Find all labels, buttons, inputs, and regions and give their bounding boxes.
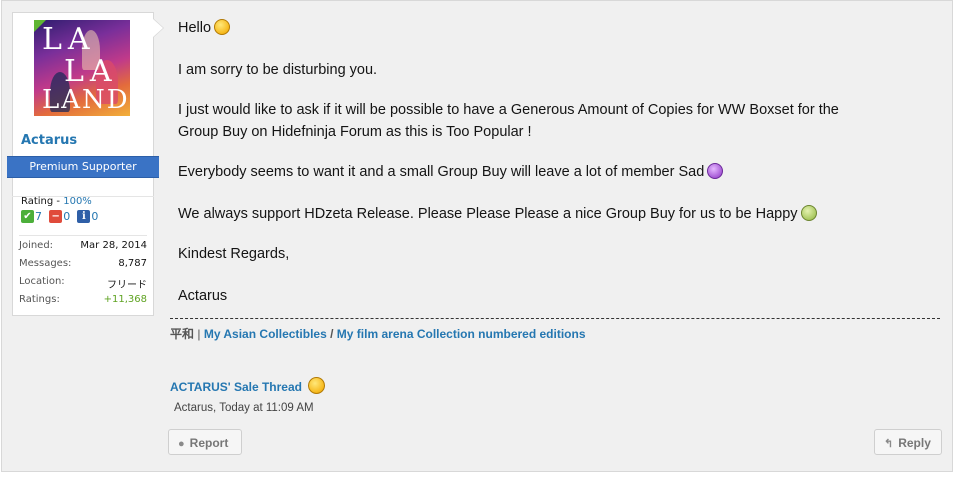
author-stats: Joined: Mar 28, 2014 Messages: 8,787 Loc…	[19, 240, 147, 312]
message-line: Hello	[178, 18, 938, 39]
signature-separator: |	[197, 327, 201, 341]
stat-value[interactable]: 8,787	[118, 258, 147, 269]
neutral-count[interactable]: 0	[91, 210, 98, 223]
report-label[interactable]: Report	[190, 436, 229, 450]
happy-icon	[800, 205, 817, 221]
report-button[interactable]: ● Report	[168, 429, 242, 455]
avatar[interactable]: LA LA LAND	[34, 20, 130, 116]
message-line: Everybody seems to want it and a small G…	[178, 162, 938, 183]
reply-button[interactable]: ↰ Reply	[874, 429, 942, 455]
author-panel: LA LA LAND Actarus Premium Supporter Rat…	[7, 12, 159, 316]
signature-slash: /	[330, 327, 334, 341]
reply-label[interactable]: Reply	[898, 436, 931, 450]
post-container: LA LA LAND Actarus Premium Supporter Rat…	[1, 0, 953, 472]
message-line: I am sorry to be disturbing you.	[178, 62, 378, 78]
positive-count[interactable]: 7	[35, 210, 42, 223]
avatar-text: LAND	[42, 85, 130, 115]
signature: 平和 | My Asian Collectibles / My film are…	[170, 325, 586, 342]
stat-value: Mar 28, 2014	[80, 240, 147, 251]
message-line: Actarus	[178, 288, 228, 304]
negative-rating-icon: −	[49, 210, 63, 223]
author-arrow	[153, 19, 163, 37]
message-line: Group Buy on Hidefninja Forum as this is…	[178, 124, 532, 140]
message-line: I just would like to ask if it will be p…	[178, 102, 839, 118]
post-author[interactable]: Actarus,	[174, 402, 216, 414]
stat-label: Location:	[19, 276, 65, 287]
negative-count[interactable]: 0	[63, 210, 70, 223]
sale-thread-link[interactable]: ACTARUS' Sale Thread	[170, 377, 326, 394]
rating-summary: Rating - 100%	[21, 196, 92, 207]
sad-icon	[707, 163, 724, 179]
message-line: We always support HDzeta Release. Please…	[178, 204, 938, 225]
rating-counts: ✔ 7 −0 i0	[21, 210, 102, 223]
reply-icon: ↰	[884, 438, 894, 450]
avatar-text: LA	[42, 22, 96, 57]
post-time[interactable]: Today at 11:09 AM	[219, 402, 313, 414]
stat-label: Joined:	[19, 240, 54, 251]
stat-joined: Joined: Mar 28, 2014	[19, 240, 147, 258]
link-film-arena[interactable]: My film arena Collection numbered editio…	[337, 327, 586, 341]
stat-ratings: Ratings: +11,368	[19, 294, 147, 312]
signature-prefix: 平和	[170, 327, 195, 341]
user-title: Premium Supporter	[7, 156, 159, 178]
stat-location: Location: フリード	[19, 276, 147, 294]
sale-thread-text[interactable]: ACTARUS' Sale Thread	[170, 380, 302, 394]
stat-value[interactable]: フリード	[107, 276, 147, 291]
post-meta: Actarus, Today at 11:09 AM	[174, 402, 314, 414]
smile-icon	[214, 19, 231, 35]
positive-rating-icon: ✔	[21, 210, 34, 223]
rating-label: Rating -	[21, 196, 61, 207]
username[interactable]: Actarus	[21, 133, 77, 148]
neutral-rating-icon: i	[77, 210, 91, 223]
stat-label: Messages:	[19, 258, 72, 269]
link-asian-collectibles[interactable]: My Asian Collectibles	[204, 327, 327, 341]
message-line: Kindest Regards,	[178, 246, 290, 262]
avatar-text: LA	[64, 54, 118, 89]
message-text: Hello	[178, 20, 212, 36]
message-text: We always support HDzeta Release. Please…	[178, 206, 798, 222]
message-text: Everybody seems to want it and a small G…	[178, 164, 705, 180]
rating-percent[interactable]: 100%	[63, 196, 92, 207]
divider	[19, 235, 147, 236]
stat-value: +11,368	[103, 294, 147, 305]
happy-icon	[308, 377, 326, 394]
stat-messages: Messages: 8,787	[19, 258, 147, 276]
stat-label: Ratings:	[19, 294, 60, 305]
signature-divider	[170, 318, 940, 319]
report-icon: ●	[178, 438, 185, 450]
